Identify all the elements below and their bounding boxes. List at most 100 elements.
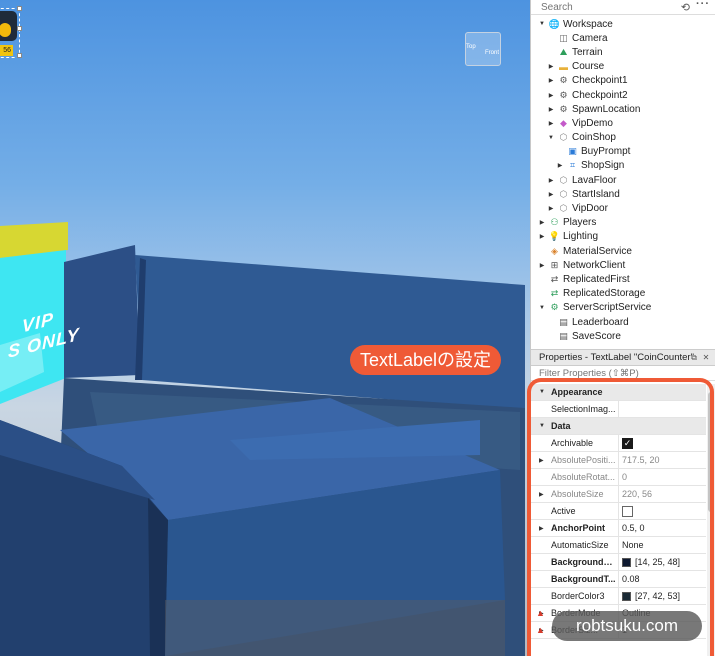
explorer-item[interactable]: ◈ MaterialService bbox=[531, 244, 715, 258]
explorer-item-label: StartIsland bbox=[572, 188, 620, 200]
explorer-item[interactable]: ▼ ⬡ CoinShop bbox=[531, 131, 715, 145]
explorer-item[interactable]: ⛰ Terrain bbox=[531, 45, 715, 59]
chevron-right-icon[interactable]: ▶ bbox=[547, 177, 555, 184]
chevron-right-icon[interactable]: ▶ bbox=[547, 106, 555, 113]
property-row[interactable]: AutomaticSize None bbox=[531, 537, 706, 554]
explorer-item[interactable]: ⇄ ReplicatedFirst bbox=[531, 272, 715, 286]
property-row[interactable]: Active bbox=[531, 503, 706, 520]
selection-handle[interactable] bbox=[17, 53, 22, 58]
chevron-down-icon[interactable]: ▼ bbox=[539, 389, 545, 395]
explorer-item[interactable]: ▶ ⚙ Checkpoint2 bbox=[531, 88, 715, 102]
property-row[interactable]: BackgroundC... [14, 25, 48] bbox=[531, 554, 706, 571]
properties-filter-input[interactable] bbox=[539, 368, 709, 379]
property-name: BackgroundC... bbox=[551, 557, 617, 567]
chevron-right-icon[interactable]: ▶ bbox=[547, 120, 555, 127]
chevron-down-icon[interactable]: ▼ bbox=[538, 21, 546, 27]
site-watermark: robtsuku.com bbox=[552, 611, 702, 641]
part-icon: ⬡ bbox=[559, 132, 568, 143]
property-checkbox[interactable] bbox=[622, 505, 633, 517]
property-value[interactable]: [14, 25, 48] bbox=[622, 557, 680, 567]
column-divider bbox=[618, 401, 619, 417]
property-row[interactable]: ▶ AnchorPoint 0.5, 0 bbox=[531, 520, 706, 537]
chevron-right-icon[interactable]: ▶ bbox=[547, 205, 555, 212]
property-row[interactable]: SelectionImag... bbox=[531, 401, 706, 418]
property-row[interactable]: ▶ AbsolutePositi... 717.5, 20 bbox=[531, 452, 706, 469]
chevron-right-icon[interactable]: ▶ bbox=[556, 162, 564, 169]
color-swatch[interactable] bbox=[622, 557, 631, 567]
chevron-right-icon[interactable]: ▶ bbox=[547, 92, 555, 99]
explorer-item[interactable]: ▶ ⚙ SpawnLocation bbox=[531, 102, 715, 116]
property-value[interactable]: None bbox=[622, 540, 644, 550]
color-swatch[interactable] bbox=[622, 591, 631, 601]
popout-icon[interactable]: ⧉ bbox=[689, 353, 699, 363]
explorer-item[interactable]: ▶ 💡 Lighting bbox=[531, 230, 715, 244]
property-value[interactable]: [27, 42, 53] bbox=[622, 591, 680, 601]
selection-handle[interactable] bbox=[17, 26, 22, 31]
explorer-item[interactable]: ▤ SaveScore bbox=[531, 329, 715, 343]
chevron-right-icon[interactable]: ▶ bbox=[538, 262, 546, 269]
chevron-down-icon[interactable]: ▼ bbox=[538, 305, 546, 311]
chevron-right-icon[interactable]: ▶ bbox=[539, 525, 544, 532]
explorer-search-input[interactable] bbox=[541, 1, 671, 13]
chevron-right-icon[interactable]: ▶ bbox=[538, 233, 546, 240]
folder-icon: ▬ bbox=[559, 61, 568, 72]
explorer-item[interactable]: ▼ 🌐 Workspace bbox=[531, 17, 715, 31]
property-value[interactable] bbox=[622, 505, 633, 517]
property-value[interactable]: 0.5, 0 bbox=[622, 523, 645, 533]
property-category[interactable]: ▼ Appearance bbox=[531, 384, 706, 401]
explorer-item[interactable]: ▶ ⚙ Checkpoint1 bbox=[531, 74, 715, 88]
close-icon[interactable]: ✕ bbox=[701, 353, 711, 363]
camera-icon: ◫ bbox=[559, 32, 568, 43]
scrollbar-thumb[interactable] bbox=[708, 392, 714, 512]
explorer-item[interactable]: ⇄ ReplicatedStorage bbox=[531, 287, 715, 301]
chevron-right-icon[interactable]: ▶ bbox=[547, 77, 555, 84]
chevron-right-icon[interactable]: ▶ bbox=[547, 63, 555, 70]
part-icon: ⬡ bbox=[559, 203, 568, 214]
explorer-item[interactable]: ▶ ⌗ ShopSign bbox=[531, 159, 715, 173]
explorer-item[interactable]: ▶ ⬡ LavaFloor bbox=[531, 173, 715, 187]
explorer-item[interactable]: ▼ ⚙ ServerScriptService bbox=[531, 301, 715, 315]
view-cube-top-label: Top bbox=[466, 44, 476, 50]
model-icon: ◆ bbox=[560, 117, 567, 128]
material-icon: ◈ bbox=[551, 245, 558, 256]
property-value[interactable]: ✓ bbox=[622, 437, 633, 449]
explorer-item[interactable]: ▶ ⚇ Players bbox=[531, 216, 715, 230]
chevron-down-icon[interactable]: ▼ bbox=[539, 423, 545, 429]
chevron-down-icon[interactable]: ▼ bbox=[547, 135, 555, 141]
explorer-item-label: LavaFloor bbox=[572, 174, 617, 186]
history-icon[interactable]: ⟲ bbox=[681, 1, 690, 14]
property-row[interactable]: ▶ AbsoluteSize 220, 56 bbox=[531, 486, 706, 503]
property-checkbox[interactable]: ✓ bbox=[622, 437, 633, 449]
property-value-text: [14, 25, 48] bbox=[635, 557, 681, 567]
property-row[interactable]: BackgroundT... 0.08 bbox=[531, 571, 706, 588]
selection-handle[interactable] bbox=[17, 6, 22, 11]
property-row[interactable]: AbsoluteRotat... 0 bbox=[531, 469, 706, 486]
property-value[interactable]: 0.08 bbox=[622, 574, 640, 584]
property-row[interactable]: BorderColor3 [27, 42, 53] bbox=[531, 588, 706, 605]
script-icon: ▤ bbox=[559, 316, 568, 327]
property-row[interactable]: Archivable ✓ bbox=[531, 435, 706, 452]
explorer-item[interactable]: ▶ ⬡ VipDoor bbox=[531, 201, 715, 215]
column-divider bbox=[618, 520, 619, 536]
more-icon[interactable]: ··· bbox=[696, 0, 710, 10]
properties-scrollbar[interactable] bbox=[707, 384, 715, 656]
chevron-right-icon[interactable]: ▶ bbox=[538, 219, 546, 226]
column-divider bbox=[618, 469, 619, 485]
explorer-item[interactable]: ▶ ▬ Course bbox=[531, 60, 715, 74]
explorer-item-label: NetworkClient bbox=[563, 259, 626, 271]
chevron-right-icon[interactable]: ▶ bbox=[539, 457, 544, 464]
view-cube[interactable]: Top Front bbox=[461, 30, 505, 74]
chevron-right-icon[interactable]: ▶ bbox=[539, 491, 544, 498]
property-category[interactable]: ▼ Data bbox=[531, 418, 706, 435]
explorer-item[interactable]: ▶ ⊞ NetworkClient bbox=[531, 258, 715, 272]
explorer-item[interactable]: ▤ Leaderboard bbox=[531, 315, 715, 329]
explorer-item[interactable]: ▶ ◆ VipDemo bbox=[531, 116, 715, 130]
property-value-text: [27, 42, 53] bbox=[635, 591, 681, 601]
chevron-right-icon[interactable]: ▶ bbox=[547, 191, 555, 198]
explorer-item[interactable]: ▶ ⬡ StartIsland bbox=[531, 187, 715, 201]
coin-counter-widget[interactable]: 56 bbox=[0, 8, 20, 58]
explorer-item-label: SpawnLocation bbox=[572, 103, 641, 115]
explorer-item[interactable]: ▣ BuyPrompt bbox=[531, 145, 715, 159]
explorer-item[interactable]: ◫ Camera bbox=[531, 31, 715, 45]
3d-viewport[interactable]: 56 VIP S ONLY Top Front TextLabelの設定 bbox=[0, 0, 530, 656]
